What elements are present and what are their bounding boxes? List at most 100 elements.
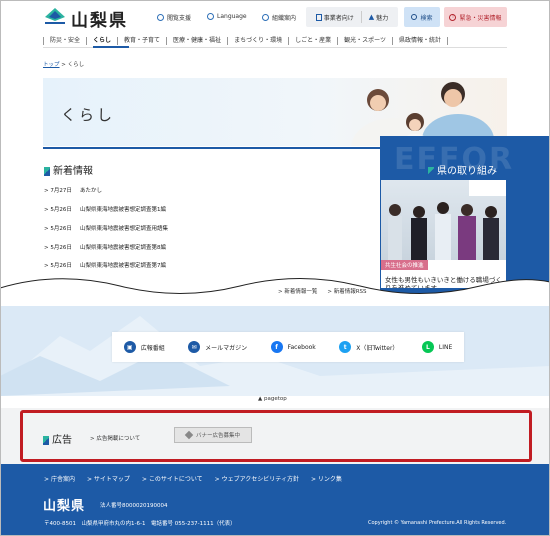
page-title: くらし	[61, 106, 116, 124]
footer-link[interactable]: > 庁舎案内	[44, 474, 75, 483]
business-label: 事業者向け	[323, 14, 354, 22]
screenshot-cut-wave	[0, 278, 550, 306]
search-label: 検索	[420, 14, 433, 22]
footer-link-label: このサイトについて	[148, 476, 203, 483]
nav-item-living[interactable]: くらし	[86, 36, 117, 45]
twitter-link[interactable]: t X（旧Twitter）	[339, 341, 398, 353]
language-link[interactable]: Language	[207, 13, 247, 20]
mail-magazine-link[interactable]: ✉ メールマガジン	[188, 341, 247, 353]
ad-info-link[interactable]: > 広告掲載について	[90, 434, 140, 442]
social-label: X（旧Twitter）	[356, 344, 399, 352]
ad-heading-label: 広告	[52, 435, 72, 446]
active-nav-indicator	[93, 46, 129, 48]
footer-link-label: 庁舎案内	[50, 476, 75, 483]
organization-label: 組織案内	[272, 15, 297, 22]
facebook-link[interactable]: f Facebook	[270, 341, 316, 353]
news-text: 山梨県東海地震被害想定調査第1編	[80, 207, 167, 213]
pagetop-link[interactable]: ▲ pagetop	[258, 396, 287, 402]
nav-item-safety[interactable]: 防災・安全	[43, 36, 86, 45]
accessibility-icon	[157, 14, 164, 21]
footer-link[interactable]: > このサイトについて	[142, 474, 203, 483]
building-icon	[315, 13, 322, 21]
footer-copyright: Copyright © Yamanashi Prefecture.All Rig…	[368, 520, 507, 526]
nav-item-education[interactable]: 教育・子育て	[117, 36, 166, 45]
pref-heading-label: 県の取り組み	[437, 166, 497, 177]
attraction-button[interactable]: ▲ 魅力	[369, 13, 388, 22]
social-label: Facebook	[287, 343, 316, 351]
social-label: 広報番組	[140, 344, 165, 352]
footer-pref-name: 山梨県	[43, 499, 86, 514]
news-date: 5月26日	[50, 226, 72, 232]
nav-item-tourism[interactable]: 観光・スポーツ	[337, 36, 392, 45]
news-rss-link[interactable]: > 新着情報RSS	[327, 287, 366, 295]
line-link[interactable]: L LINE	[421, 341, 453, 353]
footer-link-label: リンク集	[317, 476, 342, 483]
diamond-icon	[184, 430, 194, 440]
news-item[interactable]: > 5月26日 山梨県東海地震被害想定調査第1編	[44, 205, 374, 213]
footer-link-label: ウェブアクセシビリティ方針	[221, 476, 299, 483]
news-date: 5月26日	[50, 245, 72, 251]
footer-link[interactable]: > ウェブアクセシビリティ方針	[215, 474, 299, 483]
nav-item-work[interactable]: しごと・産業	[288, 36, 337, 45]
news-heading: 新着情報	[44, 162, 93, 177]
organization-icon	[262, 14, 269, 21]
search-button[interactable]: 検索	[404, 7, 440, 27]
mountain-icon: ▲	[368, 13, 375, 21]
business-button[interactable]: 事業者向け	[315, 13, 354, 22]
footer-link[interactable]: > サイトマップ	[87, 474, 130, 483]
social-links-bar: ▣ 広報番組 ✉ メールマガジン f Facebook t X（旧Twitter…	[112, 332, 464, 362]
footer-corp-number: 法人番号8000020190004	[100, 503, 168, 509]
facebook-icon: f	[270, 341, 283, 353]
news-item[interactable]: > 5月26日 山梨県東海地震被害想定調査第8編	[44, 243, 374, 251]
news-footer-links: > 新着情報一覧 > 新着情報RSS	[278, 287, 367, 295]
group-photo-illustration	[388, 180, 506, 260]
pref-initiatives-heading: 県の取り組み	[428, 162, 497, 177]
section-mark-icon	[428, 166, 434, 176]
section-mark-icon	[43, 435, 49, 445]
divider	[360, 11, 362, 23]
mail-icon: ✉	[188, 341, 201, 353]
line-icon: L	[421, 341, 434, 353]
news-item[interactable]: > 7月27日 あたかし	[44, 186, 374, 194]
section-mark-icon	[44, 166, 50, 176]
footer-links: > 庁舎案内 > サイトマップ > このサイトについて > ウェブアクセシビリテ…	[44, 474, 342, 483]
news-date: 5月26日	[50, 207, 72, 213]
accessibility-label: 閲覧支援	[167, 15, 192, 22]
ad-banner-placeholder[interactable]: バナー広告募集中	[174, 427, 252, 443]
news-heading-label: 新着情報	[53, 166, 93, 177]
organization-link[interactable]: 組織案内	[262, 13, 296, 22]
footer-link[interactable]: > リンク集	[311, 474, 342, 483]
breadcrumb: トップ > くらし	[43, 60, 84, 68]
news-text: 山梨県東海地震被害想定調査第8編	[80, 245, 167, 251]
pagetop-label: pagetop	[263, 396, 287, 402]
tv-program-link[interactable]: ▣ 広報番組	[123, 341, 165, 353]
breadcrumb-home-link[interactable]: トップ	[43, 62, 60, 68]
emergency-button[interactable]: ! 緊急・災害情報	[444, 7, 507, 27]
group-photo	[381, 180, 506, 260]
news-list-link[interactable]: > 新着情報一覧	[278, 287, 317, 295]
globe-icon	[207, 13, 214, 20]
emergency-label: 緊急・災害情報	[459, 14, 502, 22]
business-attraction-group: 事業者向け ▲ 魅力	[306, 7, 398, 27]
news-rss-label: 新着情報RSS	[333, 289, 367, 295]
tv-icon: ▣	[123, 341, 136, 353]
nav-item-government[interactable]: 県政情報・統計	[391, 36, 448, 45]
site-logo-text[interactable]: 山梨県	[71, 6, 128, 31]
nav-item-health[interactable]: 医療・健康・福祉	[166, 36, 227, 45]
prefecture-logo-icon[interactable]	[44, 7, 66, 26]
nav-item-town[interactable]: まちづくり・環境	[227, 36, 288, 45]
search-icon	[411, 14, 418, 20]
alert-icon: !	[449, 13, 457, 21]
social-label: LINE	[438, 343, 453, 351]
footer-link-label: サイトマップ	[93, 476, 130, 483]
news-text: あたかし	[80, 188, 103, 194]
accessibility-link[interactable]: 閲覧支援	[157, 13, 191, 22]
ad-heading: 広告	[43, 431, 72, 446]
attraction-label: 魅力	[376, 14, 389, 22]
breadcrumb-separator: >	[59, 62, 68, 68]
social-label: メールマガジン	[205, 344, 248, 352]
news-item[interactable]: > 5月26日 山梨県東海地震被害想定調査用語集	[44, 224, 374, 232]
news-text: 山梨県東海地震被害想定調査用語集	[80, 226, 169, 232]
footer-address: 〒400-8501 山梨県甲府市丸の内1-6-1 電話番号 055-237-11…	[44, 521, 236, 527]
twitter-icon: t	[339, 341, 352, 353]
